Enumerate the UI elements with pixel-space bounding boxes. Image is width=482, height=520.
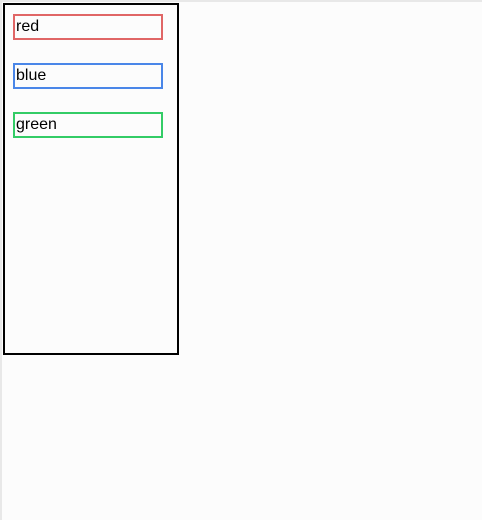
color-item-red[interactable]: red bbox=[13, 14, 163, 40]
color-item-blue[interactable]: blue bbox=[13, 63, 163, 89]
color-item-green[interactable]: green bbox=[13, 112, 163, 138]
color-list-panel: red blue green bbox=[3, 3, 179, 355]
page-canvas: red blue green bbox=[2, 2, 482, 520]
